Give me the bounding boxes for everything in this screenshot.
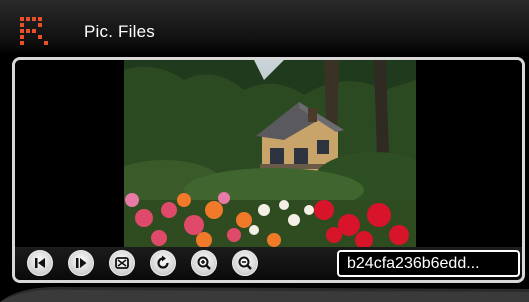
filename-display: b24cfa236b6edd...	[337, 250, 520, 277]
app-title: Pic. Files	[84, 22, 155, 41]
next-button[interactable]	[68, 250, 94, 276]
photo-image	[124, 60, 416, 247]
zoom-out-icon	[238, 256, 252, 270]
skip-previous-icon	[35, 258, 45, 268]
rotate-icon	[157, 255, 169, 269]
title-bar: Pic. Files	[0, 0, 529, 56]
image-viewer	[15, 60, 522, 247]
zoom-in-button[interactable]	[191, 250, 217, 276]
zoom-out-button[interactable]	[232, 250, 258, 276]
grid-logo-icon	[20, 17, 48, 45]
zoom-in-icon	[197, 256, 211, 270]
control-bar: b24cfa236b6edd...	[15, 247, 522, 280]
viewer-frame: b24cfa236b6edd...	[12, 57, 525, 283]
decorative-swoosh	[0, 283, 529, 302]
slideshow-button[interactable]	[109, 250, 135, 276]
skip-next-icon	[76, 258, 87, 268]
slideshow-icon	[115, 257, 129, 269]
previous-button[interactable]	[27, 250, 53, 276]
rotate-button[interactable]	[150, 250, 176, 276]
